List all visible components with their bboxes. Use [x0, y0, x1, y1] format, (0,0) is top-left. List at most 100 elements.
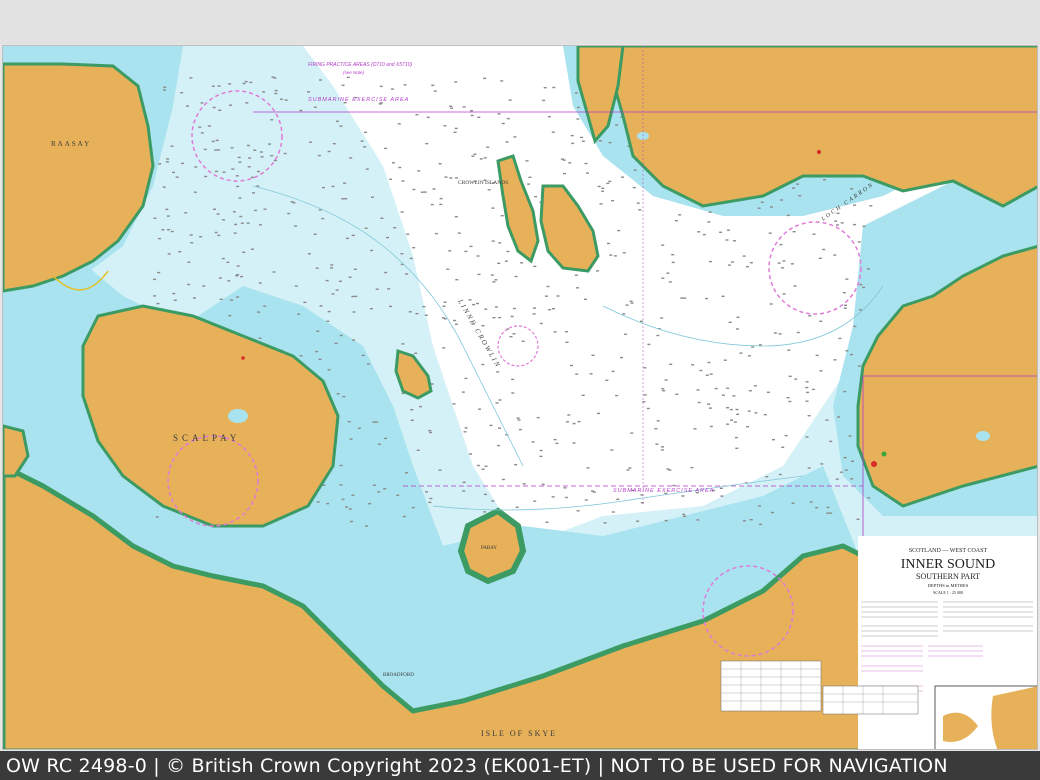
- sounding-mark: [454, 127, 458, 130]
- sounding-mark: [707, 361, 711, 364]
- sounding-mark: [189, 234, 193, 236]
- sounding-mark: [656, 420, 660, 422]
- sounding-mark: [585, 172, 589, 174]
- sounding-mark: [527, 183, 531, 185]
- sounding-mark: [758, 344, 762, 346]
- sounding-mark: [257, 311, 261, 313]
- sounding-mark: [496, 371, 500, 373]
- sounding-mark: [439, 197, 443, 200]
- sounding-mark: [791, 502, 795, 504]
- sounding-mark: [521, 340, 525, 342]
- sounding-mark: [511, 392, 515, 394]
- sounding-mark: [253, 149, 257, 151]
- sounding-mark: [372, 484, 376, 486]
- sounding-mark: [599, 140, 602, 142]
- sounding-mark: [534, 195, 538, 198]
- sounding-mark: [506, 117, 510, 120]
- sounding-mark: [268, 143, 271, 145]
- sounding-mark: [492, 281, 496, 283]
- sounding-mark: [747, 410, 751, 412]
- sounding-mark: [290, 201, 294, 203]
- sounding-mark: [153, 278, 156, 281]
- sounding-mark: [462, 106, 466, 108]
- sounding-mark: [450, 107, 454, 109]
- sounding-mark: [178, 251, 182, 253]
- sounding-mark: [792, 231, 796, 233]
- sounding-mark: [167, 253, 171, 255]
- sounding-mark: [843, 307, 847, 309]
- sounding-mark: [369, 308, 373, 310]
- sounding-mark: [746, 426, 749, 428]
- sounding-mark: [807, 415, 811, 417]
- sounding-mark: [391, 162, 395, 164]
- sounding-mark: [339, 334, 343, 337]
- sounding-mark: [859, 283, 863, 286]
- sounding-mark: [784, 434, 788, 437]
- sounding-mark: [826, 512, 830, 514]
- sounding-mark: [481, 325, 485, 327]
- sounding-mark: [439, 203, 443, 206]
- sounding-mark: [372, 421, 376, 423]
- landmark-marker: [881, 451, 887, 457]
- sounding-mark: [605, 379, 609, 381]
- sounding-mark: [193, 297, 196, 299]
- sounding-mark: [747, 355, 751, 357]
- sounding-mark: [254, 209, 257, 212]
- sounding-mark: [453, 319, 457, 322]
- sounding-mark: [461, 391, 465, 393]
- sounding-mark: [581, 140, 585, 142]
- sounding-mark: [336, 393, 340, 395]
- sounding-mark: [170, 145, 174, 147]
- sounding-mark: [157, 271, 161, 274]
- sounding-mark: [555, 442, 559, 445]
- sounding-mark: [217, 149, 221, 151]
- sounding-mark: [811, 388, 815, 391]
- sounding-mark: [219, 298, 223, 300]
- sounding-mark: [520, 262, 524, 264]
- sounding-mark: [283, 152, 287, 155]
- footer-text: OW RC 2498-0 | © British Crown Copyright…: [6, 754, 948, 777]
- sounding-mark: [660, 449, 664, 451]
- sounding-mark: [597, 185, 601, 188]
- sounding-mark: [215, 139, 219, 142]
- sounding-mark: [777, 262, 781, 264]
- sounding-mark: [705, 374, 709, 376]
- sounding-mark: [818, 257, 822, 259]
- sounding-mark: [352, 311, 356, 313]
- sounding-mark: [632, 186, 636, 189]
- sounding-mark: [203, 148, 207, 151]
- sounding-mark: [751, 346, 755, 348]
- sounding-mark: [584, 499, 588, 501]
- sounding-mark: [501, 122, 505, 125]
- sounding-mark: [678, 214, 682, 216]
- sounding-mark: [596, 270, 599, 272]
- sounding-mark: [384, 437, 387, 440]
- title-region: SCOTLAND — WEST COAST: [909, 548, 988, 554]
- sounding-mark: [707, 221, 711, 223]
- landmark-marker: [871, 461, 877, 467]
- sounding-mark: [807, 467, 811, 469]
- sounding-mark: [674, 220, 678, 222]
- label-isle-of-skye: ISLE OF SKYE: [481, 729, 557, 738]
- sounding-mark: [213, 208, 216, 210]
- sounding-mark: [591, 490, 594, 492]
- sounding-mark: [464, 250, 468, 253]
- sounding-mark: [862, 225, 866, 227]
- sounding-mark: [240, 275, 243, 278]
- sounding-mark: [782, 293, 786, 295]
- sounding-mark: [242, 82, 246, 85]
- sounding-mark: [383, 488, 387, 490]
- sounding-mark: [574, 92, 578, 94]
- sounding-mark: [476, 464, 480, 467]
- sounding-mark: [258, 224, 262, 226]
- sounding-mark: [608, 141, 612, 144]
- sounding-mark: [654, 428, 658, 430]
- sounding-mark: [173, 299, 177, 301]
- sounding-mark: [232, 211, 236, 213]
- sounding-mark: [424, 314, 428, 316]
- sounding-mark: [462, 481, 466, 483]
- sounding-mark: [536, 416, 540, 419]
- sounding-mark: [442, 347, 446, 349]
- sounding-mark: [491, 500, 495, 502]
- sounding-mark: [708, 407, 712, 409]
